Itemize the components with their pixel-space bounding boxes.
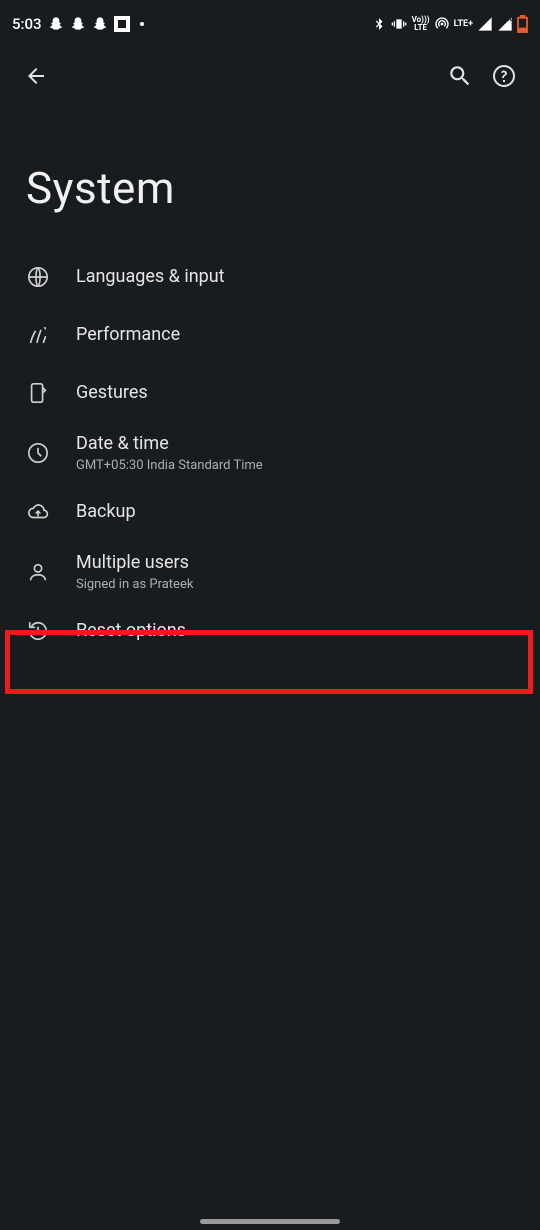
signal-roaming-icon: R [497, 16, 513, 32]
item-label: Performance [76, 323, 180, 347]
back-button[interactable] [14, 54, 58, 98]
status-left: 5:03 [12, 15, 144, 33]
item-gestures[interactable]: Gestures [0, 364, 540, 422]
ghost-icon [70, 16, 86, 32]
item-label: Date & time [76, 432, 263, 456]
cloud-upload-icon [26, 500, 50, 524]
performance-icon [26, 323, 50, 347]
item-label: Languages & input [76, 265, 225, 289]
bluetooth-icon [372, 16, 386, 32]
restore-icon [26, 619, 50, 643]
hotspot-icon [434, 16, 450, 32]
vibrate-icon [390, 16, 408, 32]
gestures-icon [26, 381, 50, 405]
search-button[interactable] [438, 54, 482, 98]
item-date-time[interactable]: Date & time GMT+05:30 India Standard Tim… [0, 422, 540, 483]
ghost-icon [92, 16, 108, 32]
globe-icon [26, 265, 50, 289]
pip-icon [114, 16, 130, 32]
status-right: Vo))) LTE LTE+ R [372, 15, 528, 33]
item-reset-options[interactable]: Reset options [0, 602, 540, 660]
item-label: Multiple users [76, 551, 193, 575]
settings-list: Languages & input Performance Gestures D… [0, 248, 540, 660]
item-languages-input[interactable]: Languages & input [0, 248, 540, 306]
help-icon [492, 64, 516, 88]
item-label: Reset options [76, 619, 186, 643]
item-label: Gestures [76, 381, 148, 405]
lte-label: LTE+ [454, 20, 473, 28]
item-performance[interactable]: Performance [0, 306, 540, 364]
arrow-back-icon [24, 64, 48, 88]
home-indicator[interactable] [200, 1219, 340, 1224]
status-bar: 5:03 Vo))) LTE LTE+ R [0, 0, 540, 48]
status-time: 5:03 [12, 15, 42, 33]
page-title: System [0, 104, 540, 248]
item-label: Backup [76, 500, 136, 524]
item-backup[interactable]: Backup [0, 483, 540, 541]
clock-icon [26, 441, 50, 465]
search-icon [447, 63, 473, 89]
person-icon [26, 560, 50, 584]
volte-icon: Vo))) LTE [412, 16, 430, 32]
help-button[interactable] [482, 54, 526, 98]
signal-icon [477, 16, 493, 32]
battery-low-icon [517, 15, 528, 33]
notification-dot-icon [140, 22, 144, 26]
ghost-icon [48, 16, 64, 32]
app-bar [0, 48, 540, 104]
item-sublabel: GMT+05:30 India Standard Time [76, 458, 263, 473]
item-sublabel: Signed in as Prateek [76, 577, 193, 592]
item-multiple-users[interactable]: Multiple users Signed in as Prateek [0, 541, 540, 602]
